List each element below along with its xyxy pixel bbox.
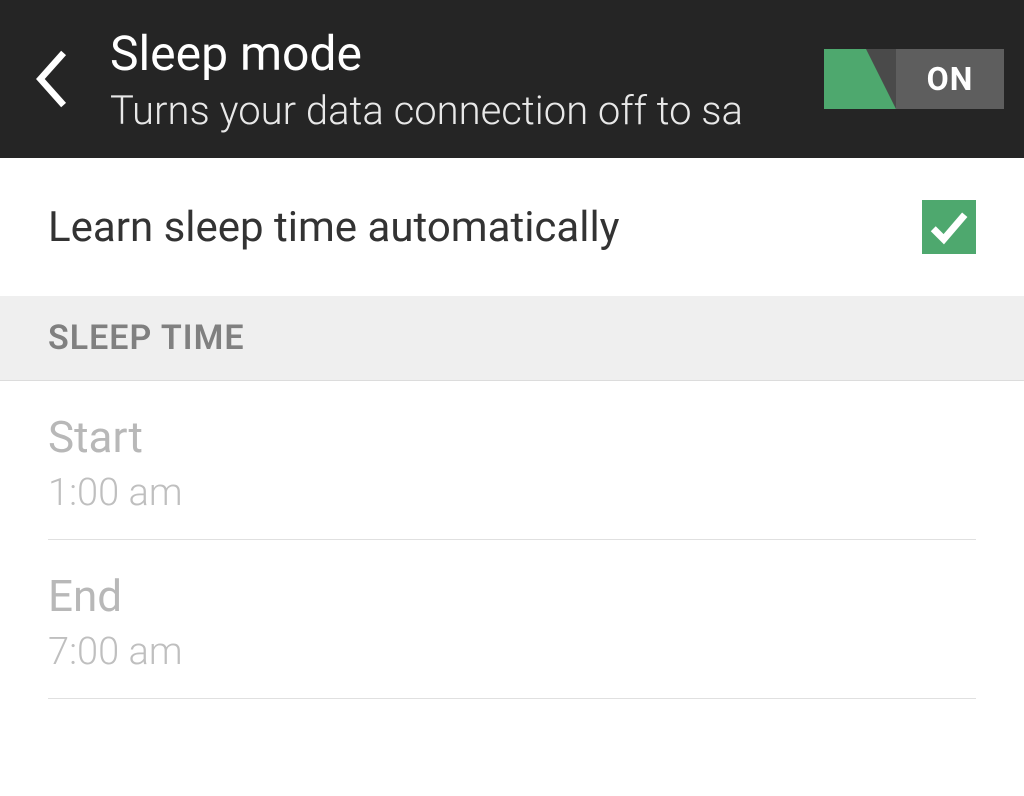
header-bar: Sleep mode Turns your data connection of… [0, 0, 1024, 158]
page-subtitle: Turns your data connection off to sa [110, 87, 806, 134]
sleep-time-section-label: SLEEP TIME [48, 318, 976, 358]
start-time-value: 1:00 am [48, 471, 976, 515]
end-time-value: 7:00 am [48, 630, 976, 674]
start-time-row[interactable]: Start 1:00 am [48, 381, 976, 540]
toggle-handle: ON [896, 49, 1004, 109]
chevron-left-icon [33, 50, 71, 108]
sleep-mode-toggle[interactable]: ON [824, 49, 1004, 109]
learn-sleep-time-label: Learn sleep time automatically [48, 203, 620, 252]
toggle-indicator [824, 49, 896, 109]
learn-sleep-time-checkbox[interactable] [922, 200, 976, 254]
header-text-block: Sleep mode Turns your data connection of… [110, 24, 806, 134]
page-title: Sleep mode [110, 28, 806, 81]
end-time-row[interactable]: End 7:00 am [48, 540, 976, 699]
back-button[interactable] [12, 0, 92, 158]
checkmark-icon [928, 206, 970, 248]
start-time-label: Start [48, 411, 976, 463]
toggle-label: ON [927, 60, 974, 98]
end-time-label: End [48, 570, 976, 622]
learn-sleep-time-row[interactable]: Learn sleep time automatically [0, 158, 1024, 296]
sleep-time-section-header: SLEEP TIME [0, 296, 1024, 381]
